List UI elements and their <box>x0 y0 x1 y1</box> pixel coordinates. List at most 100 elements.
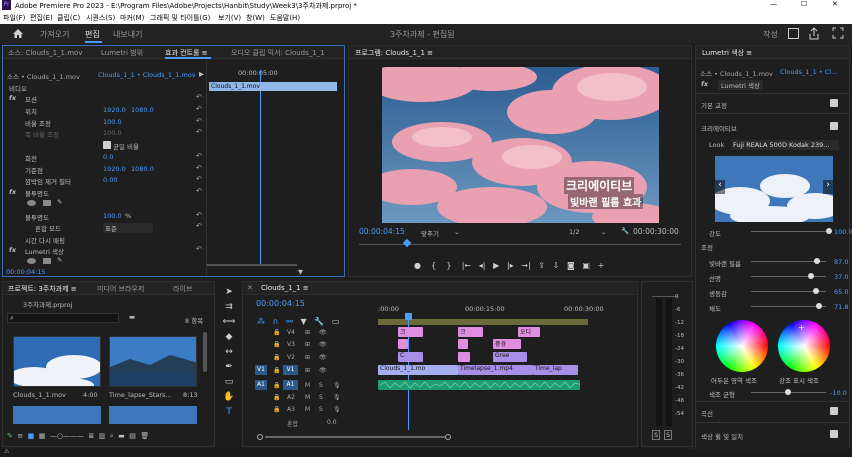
tab-media-browser[interactable]: 미디어 브라우저 <box>97 284 144 294</box>
shadow-tint-wheel[interactable] <box>716 320 768 372</box>
lumetri-seq-line[interactable]: Clouds_1_1 • Cl... <box>780 68 837 76</box>
uniform-scale-checkbox[interactable] <box>103 141 111 149</box>
graphic-clip[interactable]: 크 <box>458 327 483 337</box>
mic-icon[interactable]: 🎙 <box>333 406 341 413</box>
color-wheels-checkbox[interactable] <box>830 430 838 438</box>
play-only-icon[interactable]: ▶ <box>199 70 204 78</box>
out-point-icon[interactable]: } <box>446 261 451 270</box>
section-basic-correction[interactable]: 기본 교정 <box>701 100 727 110</box>
project-thumb-clouds[interactable] <box>13 336 101 387</box>
graphic-clip[interactable]: 크 <box>398 327 423 337</box>
reset-icon[interactable]: ↶ <box>196 175 202 183</box>
program-timecode[interactable]: 00:00:04:15 <box>359 227 405 236</box>
video-clip[interactable]: Timelapse_1.mp4 <box>458 365 533 375</box>
graphic-clip[interactable] <box>398 339 408 349</box>
maximize-button[interactable]: ☐ <box>801 0 807 8</box>
basic-correction-checkbox[interactable] <box>830 99 838 107</box>
tab-source[interactable]: 소스: Clouds_1_1.mov <box>8 48 82 58</box>
workspaces-icon[interactable] <box>788 28 799 39</box>
faded-film-value[interactable]: 87.0 <box>834 258 848 266</box>
snap-icon[interactable]: ∩ <box>273 317 279 326</box>
look-prev-icon[interactable]: ‹ <box>715 180 725 194</box>
solo-button[interactable]: S <box>319 382 323 389</box>
fullscreen-icon[interactable] <box>832 27 844 40</box>
pen-mask-icon[interactable]: ✎ <box>57 256 62 264</box>
fx-icon[interactable]: fx <box>701 80 708 88</box>
type-tool-icon[interactable]: T <box>220 405 238 420</box>
new-item-icon[interactable]: ▤ <box>129 432 136 440</box>
mute-button[interactable]: M <box>305 382 310 389</box>
solo-right-button[interactable]: S <box>664 430 673 440</box>
icon-view-icon[interactable]: ■ <box>28 432 35 440</box>
reset-icon[interactable]: ↶ <box>196 93 202 101</box>
toggle-sync-icon[interactable]: ⊞ <box>305 367 310 374</box>
eye-icon[interactable]: 👁 <box>319 354 327 361</box>
reset-icon[interactable]: ↶ <box>196 105 202 113</box>
track-lock-icon[interactable]: 🔒 <box>273 354 280 361</box>
scroll-handle-right[interactable] <box>445 434 451 440</box>
program-video-frame[interactable]: 크리에이티브 빛바랜 필름 효과 <box>382 67 659 223</box>
rectangle-mask-icon[interactable] <box>43 200 51 206</box>
graphic-clip[interactable] <box>458 352 470 362</box>
intensity-value[interactable]: 100.0 <box>834 228 852 236</box>
blend-mode-select[interactable]: 표준 <box>103 223 153 233</box>
eye-icon[interactable]: 👁 <box>319 329 327 336</box>
toggle-sync-icon[interactable]: ⊞ <box>305 341 310 348</box>
track-lock-icon[interactable]: 🔒 <box>273 382 280 389</box>
reset-icon[interactable]: ↶ <box>196 187 202 195</box>
nest-icon[interactable]: ⁂ <box>257 317 265 326</box>
project-thumb-timelapse[interactable] <box>109 336 197 387</box>
reset-icon[interactable]: ↶ <box>196 128 202 136</box>
ellipse-mask-icon[interactable] <box>27 258 36 264</box>
track-label-a1[interactable]: A1 <box>283 380 298 390</box>
wrench-icon[interactable]: 🔧 <box>621 227 629 235</box>
tab-lumetri-color[interactable]: Lumetri 색상 ≡ <box>702 48 752 58</box>
resolution-select[interactable]: 1/2 <box>569 228 579 236</box>
mute-button[interactable]: M <box>305 406 310 413</box>
playhead[interactable] <box>260 70 261 265</box>
play-icon[interactable]: ▶ <box>493 261 499 270</box>
close-tab-icon[interactable]: ✕ <box>247 284 253 292</box>
pen-mask-icon[interactable]: ✎ <box>57 198 62 206</box>
source-patch-v1[interactable]: V1 <box>255 365 267 375</box>
pen-tool-icon[interactable]: ✒ <box>220 360 238 375</box>
extract-icon[interactable]: ⇩ <box>553 261 560 270</box>
fx-icon[interactable]: fx <box>9 246 16 254</box>
ripple-edit-tool-icon[interactable]: ⟺ <box>220 315 238 330</box>
lift-icon[interactable]: ⇪ <box>538 261 545 270</box>
chevron-down-icon[interactable]: ⌄ <box>454 228 459 236</box>
track-lock-icon[interactable]: 🔒 <box>273 394 280 401</box>
toggle-sync-icon[interactable]: ⊞ <box>305 329 310 336</box>
track-lock-icon[interactable]: 🔒 <box>273 329 280 336</box>
video-clip[interactable]: Clouds_1_1.mo <box>378 365 458 375</box>
track-lock-icon[interactable]: 🔒 <box>273 367 280 374</box>
graphic-clip[interactable]: 오디 <box>518 327 540 337</box>
mute-button[interactable]: M <box>305 394 310 401</box>
graphic-clip[interactable]: C <box>398 352 423 362</box>
in-point-icon[interactable]: { <box>431 261 436 270</box>
home-icon[interactable] <box>12 28 24 39</box>
list-view-icon[interactable]: ≡ <box>17 432 23 440</box>
search-input[interactable]: ⌕ <box>7 313 119 323</box>
add-button-icon[interactable]: + <box>598 261 605 270</box>
creative-checkbox[interactable] <box>830 122 838 130</box>
look-next-icon[interactable]: › <box>823 180 833 194</box>
antiflicker-value[interactable]: 0.00 <box>103 176 117 184</box>
saturation-slider-handle[interactable] <box>816 303 822 309</box>
tab-sequence[interactable]: Clouds_1_1 ≡ <box>261 284 309 292</box>
anchor-x[interactable]: 1920.0 <box>103 165 126 173</box>
rotation-value[interactable]: 0.0 <box>103 153 113 161</box>
selection-tool-icon[interactable]: ➤ <box>220 285 238 300</box>
pencil-icon[interactable]: ✎ <box>7 432 13 440</box>
graphic-clip[interactable] <box>458 339 468 349</box>
captions-icon[interactable]: ▭ <box>332 317 340 326</box>
tab-program[interactable]: 프로그램: Clouds_1_1 ≡ <box>355 48 433 58</box>
tint-balance-value[interactable]: -10.0 <box>830 389 847 397</box>
menu-help[interactable]: 도움말(H) <box>270 13 300 23</box>
menu-edit[interactable]: 편집(E) <box>30 13 53 23</box>
look-preview[interactable]: ‹ › <box>715 156 833 222</box>
intensity-slider-handle[interactable] <box>826 228 832 234</box>
fx-icon[interactable]: fx <box>9 94 16 102</box>
step-back-icon[interactable]: ◂| <box>479 261 486 270</box>
scroll-handle-left[interactable] <box>257 434 263 440</box>
